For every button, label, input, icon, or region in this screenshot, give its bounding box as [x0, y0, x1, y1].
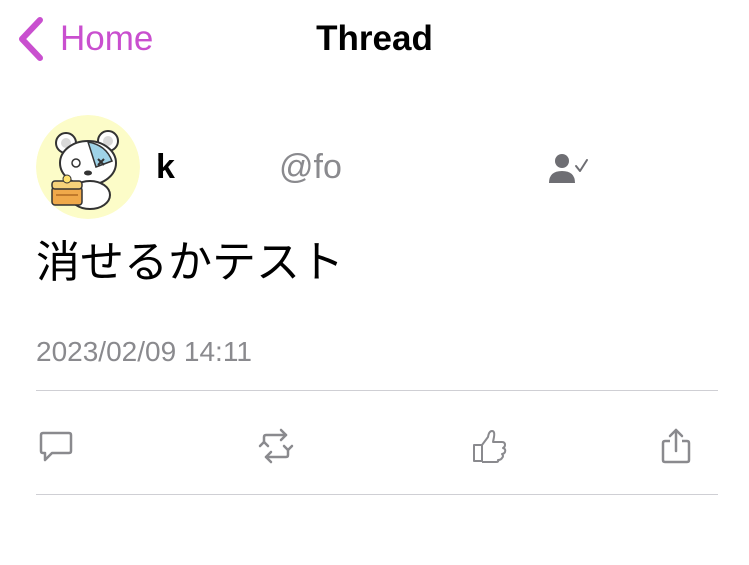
person-check-icon[interactable] — [546, 151, 590, 187]
divider — [36, 390, 718, 391]
post-author: k @fo — [36, 115, 716, 221]
post-actions — [0, 418, 749, 474]
author-handle[interactable]: @fo — [279, 147, 342, 187]
like-button[interactable] — [462, 418, 518, 474]
share-icon — [661, 428, 691, 464]
repost-arrows-icon — [258, 428, 294, 464]
avatar-image — [36, 115, 140, 219]
thumbs-up-icon — [473, 430, 507, 463]
post-text: 消せるかテスト — [36, 237, 344, 288]
navigation-bar: Home Thread — [0, 0, 749, 80]
share-button[interactable] — [648, 418, 704, 474]
repost-button[interactable] — [248, 418, 304, 474]
divider — [36, 494, 718, 495]
page-title: Thread — [316, 19, 433, 58]
post-timestamp: 2023/02/09 14:11 — [36, 336, 252, 367]
author-display-name[interactable]: k — [156, 147, 175, 187]
reply-button[interactable] — [28, 418, 84, 474]
avatar[interactable] — [36, 115, 140, 219]
speech-bubble-icon — [39, 431, 73, 462]
